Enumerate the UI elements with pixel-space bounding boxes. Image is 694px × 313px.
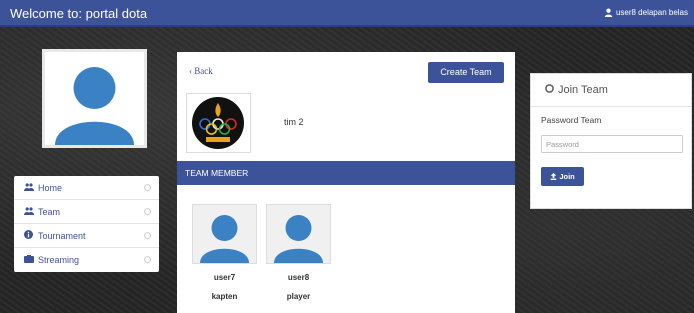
upload-icon [550,173,557,180]
password-team-label: Password Team [541,115,602,125]
member-name: user8 [287,273,310,282]
user-menu[interactable]: user8 delapan belas [604,8,688,17]
avatar-placeholder-icon [45,52,144,145]
chevron-icon [144,256,151,263]
member-avatar [192,204,257,264]
member-role: kapten [211,292,238,301]
top-navbar: Welcome to: portal dota user8 delapan be… [0,0,694,27]
join-button-label: Join [559,172,575,181]
team-member-header: TEAM MEMBER [177,161,515,185]
join-team-panel: Join Team Password Team Join [530,73,692,209]
video-icon [24,255,36,265]
join-button[interactable]: Join [541,167,584,186]
sidebar-item-tournament[interactable]: Tournament [14,224,159,248]
user-name: user8 delapan belas [615,8,688,17]
chevron-icon [144,208,151,215]
create-team-button[interactable]: Create Team [428,62,504,83]
member-card[interactable]: user8 player [266,204,331,301]
sidebar-item-label: Team [38,206,61,217]
team-panel: ‹ Back Create Team tim 2 TEAM MEMBER use… [177,52,515,313]
join-team-title: Join Team [531,74,691,107]
back-link[interactable]: ‹ Back [189,66,213,76]
member-name: user7 [213,273,236,282]
avatar-placeholder-icon [200,215,249,263]
user-icon [604,8,613,17]
join-team-title-text: Join Team [558,84,608,96]
users-icon [24,206,36,217]
member-card[interactable]: user7 kapten [192,204,257,301]
team-name: tim 2 [284,117,304,127]
info-icon [24,230,36,241]
member-avatar [266,204,331,264]
sidebar-nav: Home Team Tournament Streaming [14,176,159,272]
team-logo [186,93,251,153]
chevron-icon [144,232,151,239]
sidebar-item-team[interactable]: Team [14,200,159,224]
circle-icon [545,84,554,96]
chevron-icon [144,184,151,191]
users-icon [24,182,36,193]
sidebar-item-label: Streaming [38,255,80,265]
sidebar-item-label: Home [38,182,63,193]
sidebar-item-home[interactable]: Home [14,176,159,200]
sidebar-item-label: Tournament [38,230,86,241]
brand-title[interactable]: Welcome to: portal dota [10,6,147,21]
profile-avatar [42,49,147,148]
member-role: player [286,292,311,301]
sidebar-item-streaming[interactable]: Streaming [14,248,159,272]
team-emblem-icon [192,97,244,149]
avatar-placeholder-icon [274,215,323,263]
password-input[interactable] [541,135,683,153]
